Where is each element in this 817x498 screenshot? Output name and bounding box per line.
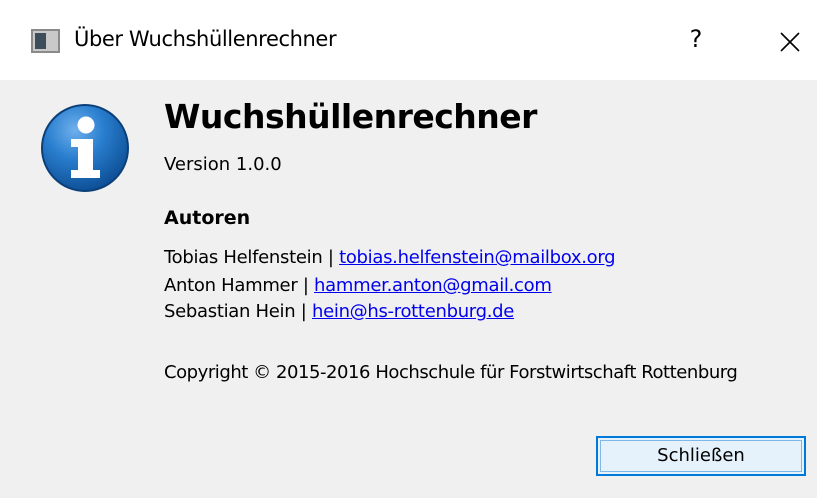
app-window-icon [31,29,60,53]
close-icon [780,32,800,52]
window-title: Über Wuchshüllenrechner [74,27,337,51]
authors-heading: Autoren [164,207,251,229]
help-button[interactable]: ? [676,18,716,60]
app-name-heading: Wuchshüllenrechner [164,97,537,136]
version-text: Version 1.0.0 [164,154,282,175]
author-row: Tobias Helfenstein | tobias.helfenstein@… [164,247,616,268]
author-row: Anton Hammer | hammer.anton@gmail.com [164,275,552,296]
author-email-link[interactable]: hammer.anton@gmail.com [314,275,552,296]
author-name: Sebastian Hein [164,301,296,322]
title-bar[interactable]: Über Wuchshüllenrechner ? [0,0,817,80]
app-window-icon-pane [35,33,46,49]
author-name: Anton Hammer [164,275,298,296]
author-email-link[interactable]: tobias.helfenstein@mailbox.org [339,247,616,268]
about-dialog: Über Wuchshüllenrechner ? Wuchshüllenrec… [0,0,817,498]
author-separator: | [327,247,334,268]
author-name: Tobias Helfenstein [164,247,323,268]
copyright-text: Copyright © 2015-2016 Hochschule für For… [164,362,738,383]
close-dialog-button[interactable]: Schließen [596,436,806,476]
dialog-content: Wuchshüllenrechner Version 1.0.0 Autoren… [0,80,817,498]
close-window-button[interactable] [770,22,810,62]
author-separator: | [300,301,307,322]
author-email-link[interactable]: hein@hs-rottenburg.de [312,301,514,322]
close-dialog-button-label: Schließen [657,445,745,466]
author-separator: | [302,275,309,296]
info-icon [41,104,129,192]
author-row: Sebastian Hein | hein@hs-rottenburg.de [164,301,514,322]
